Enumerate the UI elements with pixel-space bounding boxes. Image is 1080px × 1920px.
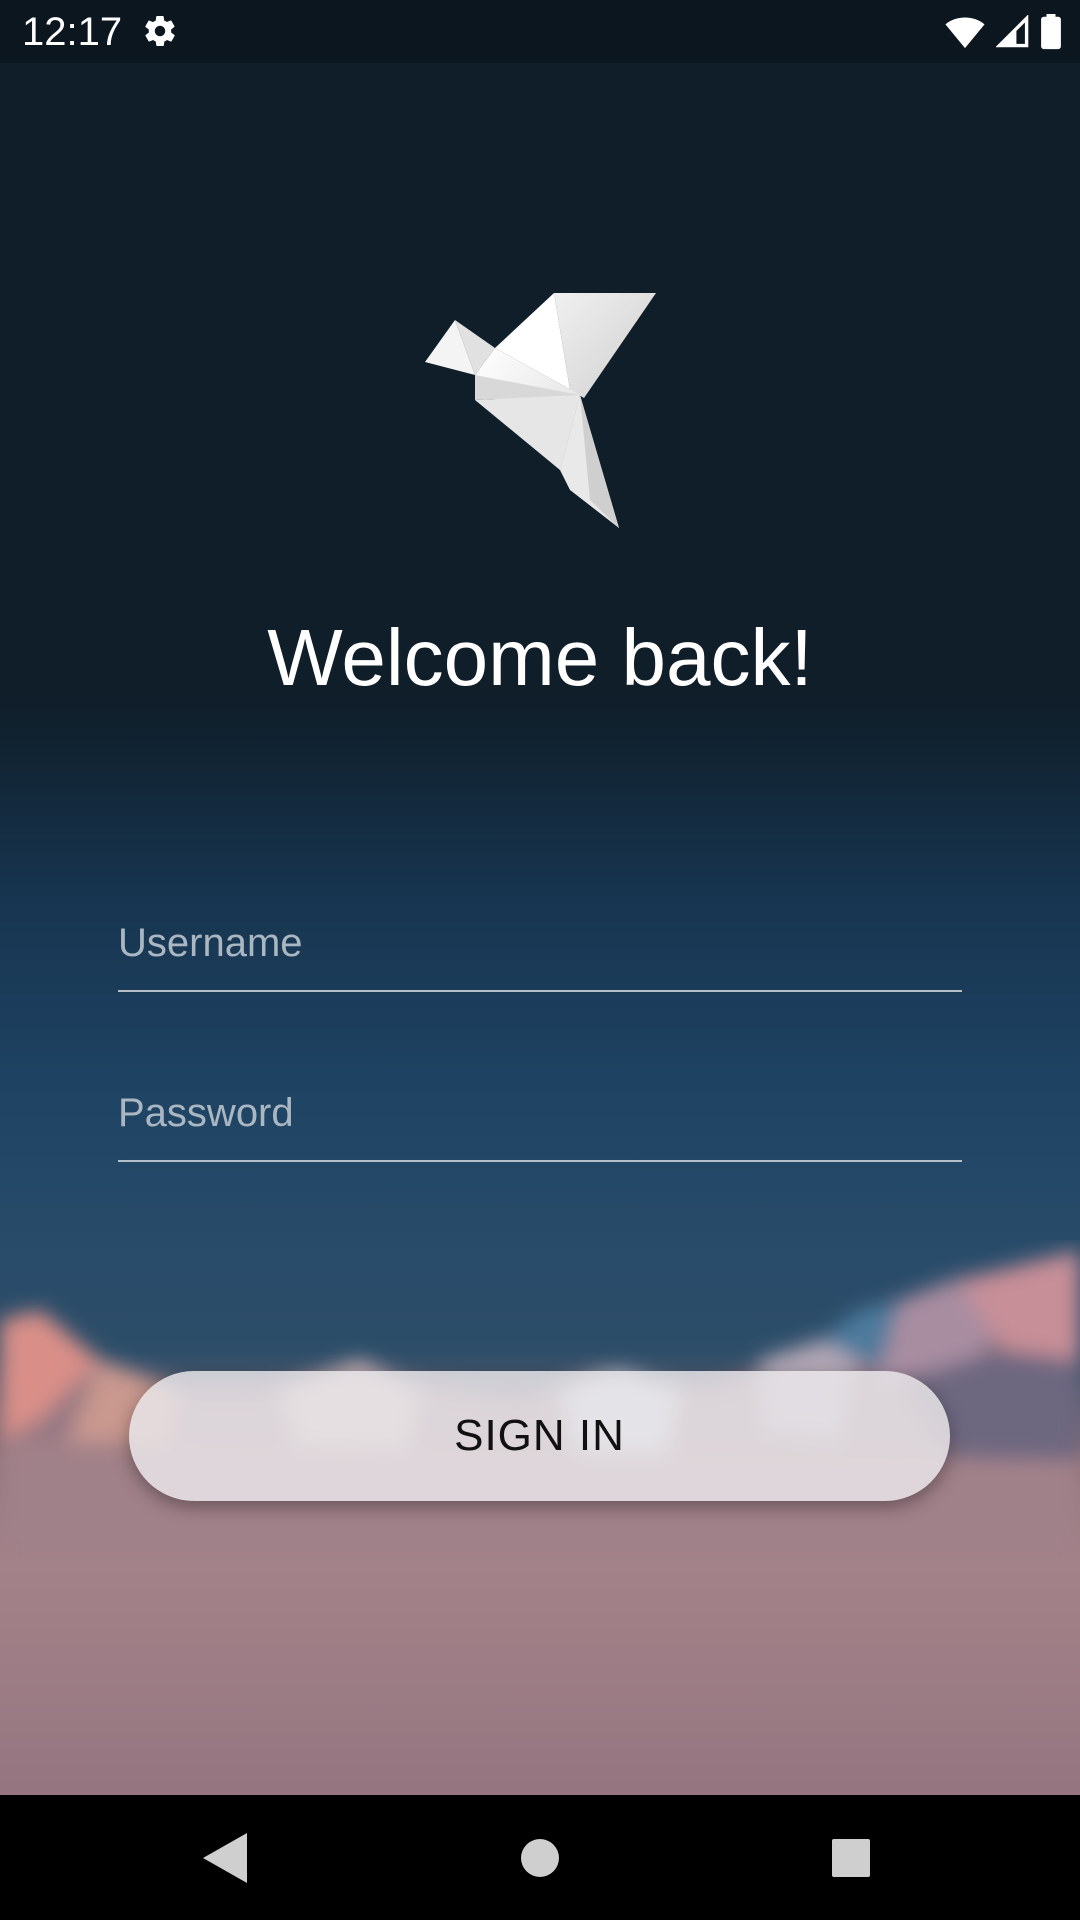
back-icon [203, 1833, 247, 1883]
username-input[interactable] [118, 900, 962, 986]
status-time: 12:17 [22, 10, 123, 54]
password-field [118, 1070, 962, 1162]
sign-in-button[interactable]: SIGN IN [129, 1371, 950, 1501]
status-icons [944, 12, 1062, 52]
signal-icon [996, 15, 1029, 48]
home-button[interactable] [507, 1825, 573, 1891]
back-button[interactable] [192, 1825, 258, 1891]
home-icon [521, 1839, 559, 1877]
origami-bird-icon [425, 293, 656, 528]
wifi-icon [945, 17, 985, 49]
navigation-bar [0, 1795, 1080, 1920]
battery-icon [1041, 14, 1061, 50]
settings-icon [145, 15, 175, 47]
login-screen: 12:17 Welcome back! Username SIGN IN [0, 0, 1080, 1920]
password-input[interactable] [118, 1070, 962, 1156]
status-bar: 12:17 [0, 0, 1080, 63]
username-field [118, 900, 962, 992]
recents-icon [832, 1839, 870, 1877]
recents-button[interactable] [818, 1825, 884, 1891]
page-title: Welcome back! [267, 613, 813, 702]
